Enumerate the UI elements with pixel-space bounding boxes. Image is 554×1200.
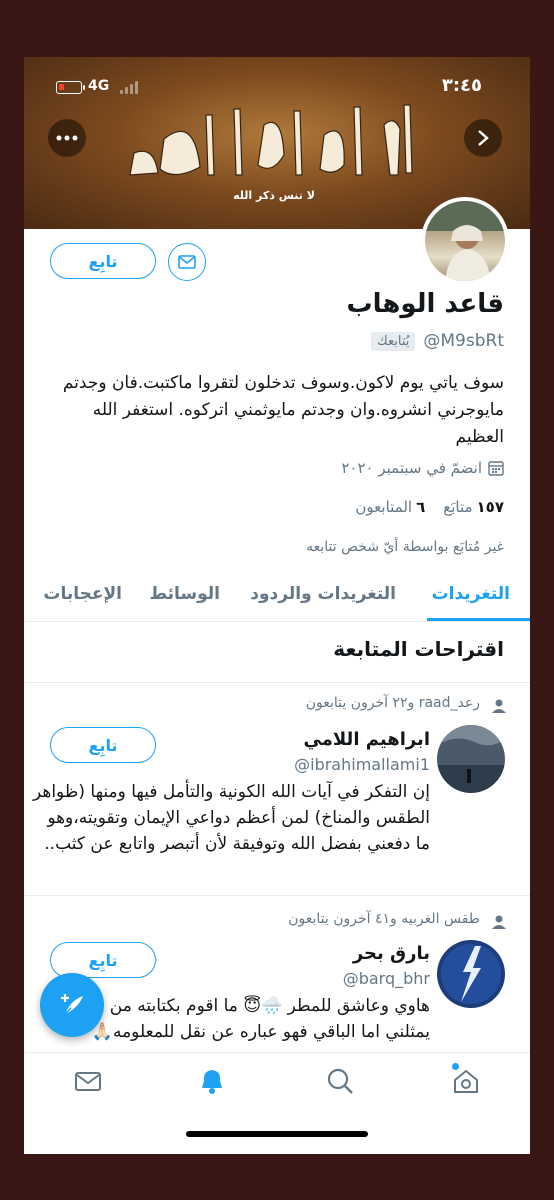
- handle-row: @M9sbRt يُتابعك: [371, 331, 504, 351]
- ellipsis-icon: [56, 135, 78, 141]
- status-bar: 4G ٣:٤٥: [24, 57, 530, 117]
- message-button[interactable]: [168, 243, 206, 281]
- avatar-photo: [425, 201, 505, 281]
- profile-avatar[interactable]: [421, 197, 509, 285]
- bottom-navigation: [24, 1052, 530, 1154]
- phone-screen: لا تنس ذكر الله 4G ٣:٤٥ تابِع قاعد الوها…: [24, 57, 530, 1154]
- mail-icon: [178, 255, 196, 269]
- tab-likes[interactable]: الإعجابات: [43, 584, 122, 604]
- messages-icon[interactable]: [74, 1067, 102, 1095]
- network-label: 4G: [88, 78, 110, 94]
- suggestion-bio: إن التفكر في آيات الله الكونية والتأمل ف…: [32, 782, 430, 854]
- signal-icon: [120, 81, 138, 94]
- profile-name: قاعد الوهاب: [346, 289, 504, 319]
- profile-tabs: التغريدات التغريدات والردود الوسائط الإع…: [24, 572, 530, 622]
- social-context: طقس الغربيه و٤١ آخرون يتابعون: [288, 911, 480, 927]
- more-options-button[interactable]: [48, 119, 86, 157]
- storm-sea-photo: [437, 725, 505, 793]
- suggestion-avatar[interactable]: [437, 940, 505, 1008]
- suggestion-name: ابراهيم اللامي: [303, 729, 430, 750]
- social-context: رعد_raad و٢٢ آخرون يتابعون: [305, 695, 480, 711]
- followers-stat[interactable]: ٦المتابعون: [355, 498, 425, 516]
- home-icon[interactable]: [452, 1067, 480, 1095]
- joined-date: انضمّ في سبتمبر ٢٠٢٠: [341, 459, 504, 477]
- suggestions-title: اقتراحات المتابعة: [333, 637, 504, 661]
- chevron-right-icon: [478, 130, 489, 146]
- suggestion-handle: @ibrahimallami1: [294, 755, 430, 774]
- person-icon: [492, 915, 506, 929]
- follow-button[interactable]: تابِع: [50, 243, 156, 279]
- suggestion-avatar[interactable]: [437, 725, 505, 793]
- following-label: متابَع: [443, 498, 473, 516]
- tab-tweets[interactable]: التغريدات: [432, 584, 510, 604]
- home-indicator[interactable]: [186, 1131, 368, 1137]
- divider: [24, 682, 530, 683]
- joined-label: انضمّ في سبتمبر ٢٠٢٠: [341, 459, 482, 477]
- banner-caption: لا تنس ذكر الله: [233, 189, 315, 202]
- status-time: ٣:٤٥: [441, 75, 482, 96]
- compose-feather-icon: [61, 994, 83, 1015]
- notifications-icon[interactable]: [198, 1067, 226, 1095]
- calendar-icon: [488, 461, 504, 476]
- tab-media[interactable]: الوسائط: [149, 584, 220, 604]
- suggestion-follow-button[interactable]: تابِع: [50, 727, 156, 763]
- followers-label: المتابعون: [355, 498, 413, 516]
- suggestion-handle: @barq_bhr: [342, 969, 430, 988]
- profile-handle: @M9sbRt: [423, 331, 504, 351]
- profile-bio: سوف ياتي يوم لاكون.وسوف تدخلون لتقروا ما…: [62, 373, 504, 447]
- tab-tweets-replies[interactable]: التغريدات والردود: [250, 584, 396, 604]
- person-icon: [492, 699, 506, 713]
- not-followed-note: غير مُتابَع بواسطة أيّ شخص تتابعه: [306, 539, 504, 555]
- following-count: ١٥٧: [476, 498, 504, 516]
- search-icon[interactable]: [326, 1067, 354, 1095]
- compose-tweet-button[interactable]: [40, 973, 104, 1037]
- follow-stats: ١٥٧متابَع ٦المتابعون: [355, 498, 504, 516]
- follows-you-badge: يُتابعك: [371, 331, 416, 351]
- active-tab-indicator: [427, 618, 530, 621]
- followers-count: ٦: [416, 498, 426, 516]
- back-button[interactable]: [464, 119, 502, 157]
- following-stat[interactable]: ١٥٧متابَع: [443, 498, 504, 516]
- battery-icon: [56, 81, 85, 94]
- lightning-photo: [437, 940, 505, 1008]
- divider: [24, 895, 530, 896]
- suggestion-name: بارق بحر: [352, 943, 430, 964]
